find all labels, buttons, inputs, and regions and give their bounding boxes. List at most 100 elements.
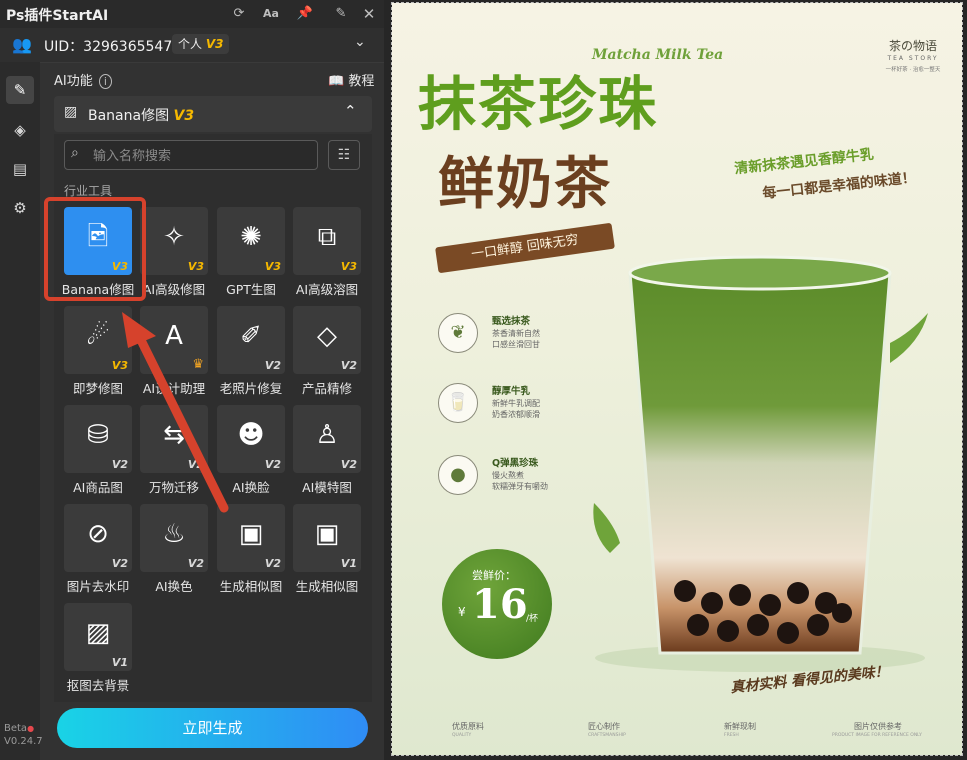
banana-dropdown-header[interactable]: ▨ Banana修图 V3 ⌃ (54, 96, 372, 132)
tutorial-label: 教程 (348, 74, 375, 89)
tool-name: AI模特图 (302, 480, 352, 495)
list-view-icon[interactable]: ☷ (328, 140, 360, 170)
banana-version: V3 (173, 108, 195, 124)
crown-icon: ♛ (192, 357, 204, 372)
tool-item[interactable]: ⛁ V2 AI商品图 (64, 405, 132, 499)
tool-item[interactable]: ▨ V1 抠图去背景 (64, 603, 132, 697)
tool-tile[interactable]: A ♛ (140, 306, 208, 374)
close-icon[interactable]: ✕ (359, 4, 379, 24)
tool-version: V2 (187, 458, 204, 471)
tool-tile[interactable]: ⧉ V3 (293, 207, 361, 275)
banana-label: Banana修图 V3 (88, 108, 195, 124)
tool-tile[interactable]: ⊘ V2 (64, 504, 132, 572)
tool-item[interactable]: ✺ V3 GPT生图 (217, 207, 285, 301)
edit-icon[interactable]: ✎ (6, 76, 34, 104)
pin-alt-icon[interactable]: ✎ (331, 4, 351, 24)
info-icon[interactable]: i (98, 74, 112, 89)
openai-icon: ✺ (240, 222, 262, 252)
tool-tile[interactable]: ✧ V3 (140, 207, 208, 275)
footer-item-sub: FRESH (724, 733, 739, 738)
generate-button[interactable]: 立即生成 (57, 708, 368, 748)
image-sparkle-icon: ⧉ (317, 222, 337, 252)
tutorial-link[interactable]: 📖 教程 (328, 70, 374, 89)
tool-name: 图片去水印 (66, 579, 130, 594)
poster-brand-tag: 一杯好茶 · 治愈一整天 (885, 67, 941, 73)
pin-icon[interactable]: 📌 (295, 4, 315, 24)
tool-name: 抠图去背景 (66, 678, 130, 693)
diamond-icon: ◇ (317, 321, 337, 351)
tool-tile[interactable]: ⛁ V2 (64, 405, 132, 473)
price-value: 16 (472, 581, 528, 628)
footer-item: 匠心制作 (588, 722, 620, 731)
magic-wand-icon: ✧ (163, 222, 185, 252)
tool-item[interactable]: ▣ V1 生成相似图 (293, 504, 361, 598)
feature-title: Q弹黑珍珠 (492, 458, 539, 469)
tool-tile[interactable]: ⇆ V2 (140, 405, 208, 473)
tool-item[interactable]: ♨ V2 AI换色 (140, 504, 208, 598)
tool-item[interactable]: ✐ V2 老照片修复 (217, 306, 285, 400)
tool-tile[interactable]: ✺ V3 (217, 207, 285, 275)
tool-item[interactable]: ◇ V2 产品精修 (293, 306, 361, 400)
photo-restore-icon: ✐ (240, 321, 262, 351)
gear-icon[interactable]: ⚙ (6, 194, 34, 222)
feature-desc: 茶香清新自然 口感丝滑回甘 (492, 329, 540, 349)
tool-item[interactable]: ☻ V2 AI换脸 (217, 405, 285, 499)
tool-item[interactable]: ⊘ V2 图片去水印 (64, 504, 132, 598)
tool-item[interactable]: ⧉ V3 AI高级溶图 (293, 207, 361, 301)
tool-item[interactable]: ♙ V2 AI模特图 (293, 405, 361, 499)
tool-tile[interactable]: ▣ V1 (293, 504, 361, 572)
tool-name: AI换脸 (232, 480, 270, 495)
tool-version: V3 (340, 260, 357, 273)
version-info: Beta● V0.24.7 (4, 723, 43, 747)
tool-name: 老照片修复 (219, 381, 283, 396)
search-input[interactable] (91, 145, 315, 167)
chevron-up-icon[interactable]: ⌃ (344, 102, 357, 120)
tool-tile[interactable]: ☻ V2 (217, 405, 285, 473)
tool-tile[interactable]: ▨ V1 (64, 603, 132, 671)
highlight-box (44, 197, 146, 301)
clipboard-icon[interactable]: ▤ (6, 155, 34, 183)
poster-brand-sub: TEA STORY (887, 55, 939, 62)
tool-tile[interactable]: ✐ V2 (217, 306, 285, 374)
startai-panel: Ps插件StartAI ⟳ Aa 📌 ✎ ✕ 👥 UID：3296365547 … (0, 0, 384, 760)
layers-icon[interactable]: ◈ (6, 116, 34, 144)
similar-image-alt-icon: ▣ (314, 519, 340, 549)
search-box[interactable]: ⌕ (64, 140, 318, 170)
tool-item[interactable]: ✧ V3 AI高级修图 (140, 207, 208, 301)
poster-headline-2: 鲜奶茶 (438, 152, 612, 217)
tool-tile[interactable]: ▣ V2 (217, 504, 285, 572)
tool-name: GPT生图 (226, 282, 276, 297)
tool-name: AI高级修图 (142, 282, 206, 297)
tool-name: AI高级溶图 (295, 282, 359, 297)
tool-name: 生成相似图 (219, 579, 283, 594)
poster-ribbon: 一口鲜醇 回味无穷 (435, 222, 615, 274)
tool-tile[interactable]: ◇ V2 (293, 306, 361, 374)
leaf-icon: ❦ (438, 313, 478, 353)
tool-item[interactable]: ▣ V2 生成相似图 (217, 504, 285, 598)
refresh-icon[interactable]: ⟳ (229, 4, 249, 24)
tool-name: AI换色 (155, 579, 193, 594)
tool-item[interactable]: ☄ V3 即梦修图 (64, 306, 132, 400)
watermark-remove-icon: ⊘ (87, 519, 109, 549)
tool-version: V2 (264, 557, 281, 570)
footer-item-sub: QUALITY (452, 733, 472, 738)
tool-item[interactable]: ⇆ V2 万物迁移 (140, 405, 208, 499)
chevron-down-icon[interactable]: ⌄ (354, 34, 366, 50)
users-icon: 👥 (12, 35, 32, 54)
transfer-icon: ⇆ (163, 420, 185, 450)
tool-tile[interactable]: ☄ V3 (64, 306, 132, 374)
tool-item[interactable]: A ♛ AI设计助理 (140, 306, 208, 400)
ai-section-header: AI功能 i (54, 70, 112, 89)
tool-tile[interactable]: ♙ V2 (293, 405, 361, 473)
tool-tile[interactable]: ♨ V2 (140, 504, 208, 572)
ai-section-title: AI功能 (54, 74, 93, 89)
font-size-icon[interactable]: Aa (261, 4, 281, 24)
tool-version: V2 (187, 557, 204, 570)
app-title: Ps插件StartAI (6, 8, 109, 24)
price-unit: /杯 (526, 614, 539, 624)
tool-version: V1 (340, 557, 357, 570)
face-swap-icon: ☻ (237, 420, 265, 450)
tool-version: V3 (187, 260, 204, 273)
uid-label: UID：3296365547 (44, 39, 173, 55)
remove-bg-icon: ▨ (85, 618, 111, 648)
